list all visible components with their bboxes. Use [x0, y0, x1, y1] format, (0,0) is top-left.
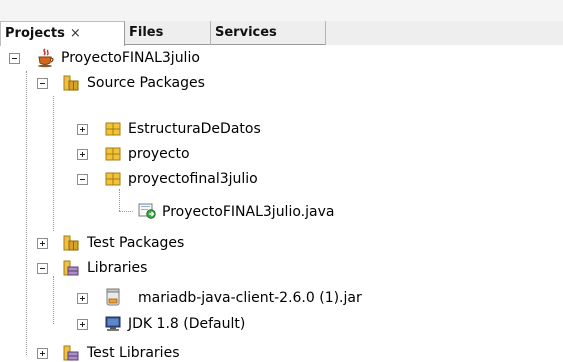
tab-projects[interactable]: Projects × — [0, 21, 125, 46]
java-file-icon — [137, 202, 156, 220]
expand-toggle-icon[interactable] — [37, 238, 48, 249]
tab-projects-label: Projects — [5, 26, 65, 41]
project-label: ProyectoFINAL3julio — [61, 50, 200, 66]
tree-node-libraries[interactable]: Libraries — [0, 256, 560, 280]
top-strip — [0, 0, 563, 21]
tree-node-test-packages[interactable]: Test Packages — [0, 231, 560, 255]
expand-toggle-icon[interactable] — [77, 149, 88, 160]
tree-node-jdk[interactable]: JDK 1.8 (Default) — [0, 312, 560, 336]
package-label: proyectofinal3julio — [128, 171, 258, 187]
test-packages-folder-icon — [62, 234, 80, 252]
tab-services-label: Services — [215, 25, 277, 40]
library-jar-label: mariadb-java-client-2.6.0 (1).jar — [138, 290, 362, 306]
package-label: EstructuraDeDatos — [128, 121, 261, 137]
source-packages-folder-icon — [62, 74, 80, 92]
tab-services[interactable]: Services — [211, 21, 326, 45]
test-packages-label: Test Packages — [87, 235, 185, 251]
java-file-label: ProyectoFINAL3julio.java — [162, 204, 335, 220]
expand-toggle-icon[interactable] — [37, 348, 48, 359]
test-libraries-folder-icon — [62, 344, 80, 362]
collapse-toggle-icon[interactable] — [9, 53, 20, 64]
package-icon — [104, 145, 122, 163]
project-tree[interactable]: ProyectoFINAL3julio Source Packages Estr… — [0, 46, 563, 362]
jdk-monitor-icon — [104, 315, 122, 333]
package-icon — [104, 170, 122, 188]
tab-bar: Projects × Files Services — [0, 21, 563, 46]
tree-node-project[interactable]: ProyectoFINAL3julio — [0, 46, 560, 70]
tree-node-test-libraries[interactable]: Test Libraries — [0, 341, 560, 362]
tree-node-package[interactable]: proyecto — [0, 142, 560, 166]
tab-bar-filler — [326, 21, 563, 45]
tree-node-package[interactable]: proyectofinal3julio — [0, 167, 560, 191]
collapse-toggle-icon[interactable] — [37, 263, 48, 274]
tree-node-java-file[interactable]: ProyectoFINAL3julio.java — [0, 200, 560, 224]
collapse-toggle-icon[interactable] — [37, 78, 48, 89]
libraries-label: Libraries — [87, 260, 148, 276]
expand-toggle-icon[interactable] — [77, 319, 88, 330]
jar-file-icon — [104, 287, 122, 306]
expand-toggle-icon[interactable] — [77, 293, 88, 304]
close-icon[interactable]: × — [70, 26, 81, 41]
source-packages-label: Source Packages — [87, 75, 205, 91]
test-libraries-label: Test Libraries — [87, 345, 180, 361]
expand-toggle-icon[interactable] — [77, 124, 88, 135]
libraries-folder-icon — [62, 259, 80, 277]
tab-files[interactable]: Files — [125, 21, 211, 45]
tree-node-library-jar[interactable]: mariadb-java-client-2.6.0 (1).jar — [0, 286, 560, 310]
tree-node-package[interactable]: EstructuraDeDatos — [0, 117, 560, 141]
jdk-label: JDK 1.8 (Default) — [128, 316, 246, 332]
package-label: proyecto — [128, 146, 190, 162]
java-project-icon — [37, 48, 55, 68]
tab-files-label: Files — [129, 25, 164, 40]
package-icon — [104, 120, 122, 138]
tree-node-source-packages[interactable]: Source Packages — [0, 71, 560, 95]
collapse-toggle-icon[interactable] — [77, 174, 88, 185]
